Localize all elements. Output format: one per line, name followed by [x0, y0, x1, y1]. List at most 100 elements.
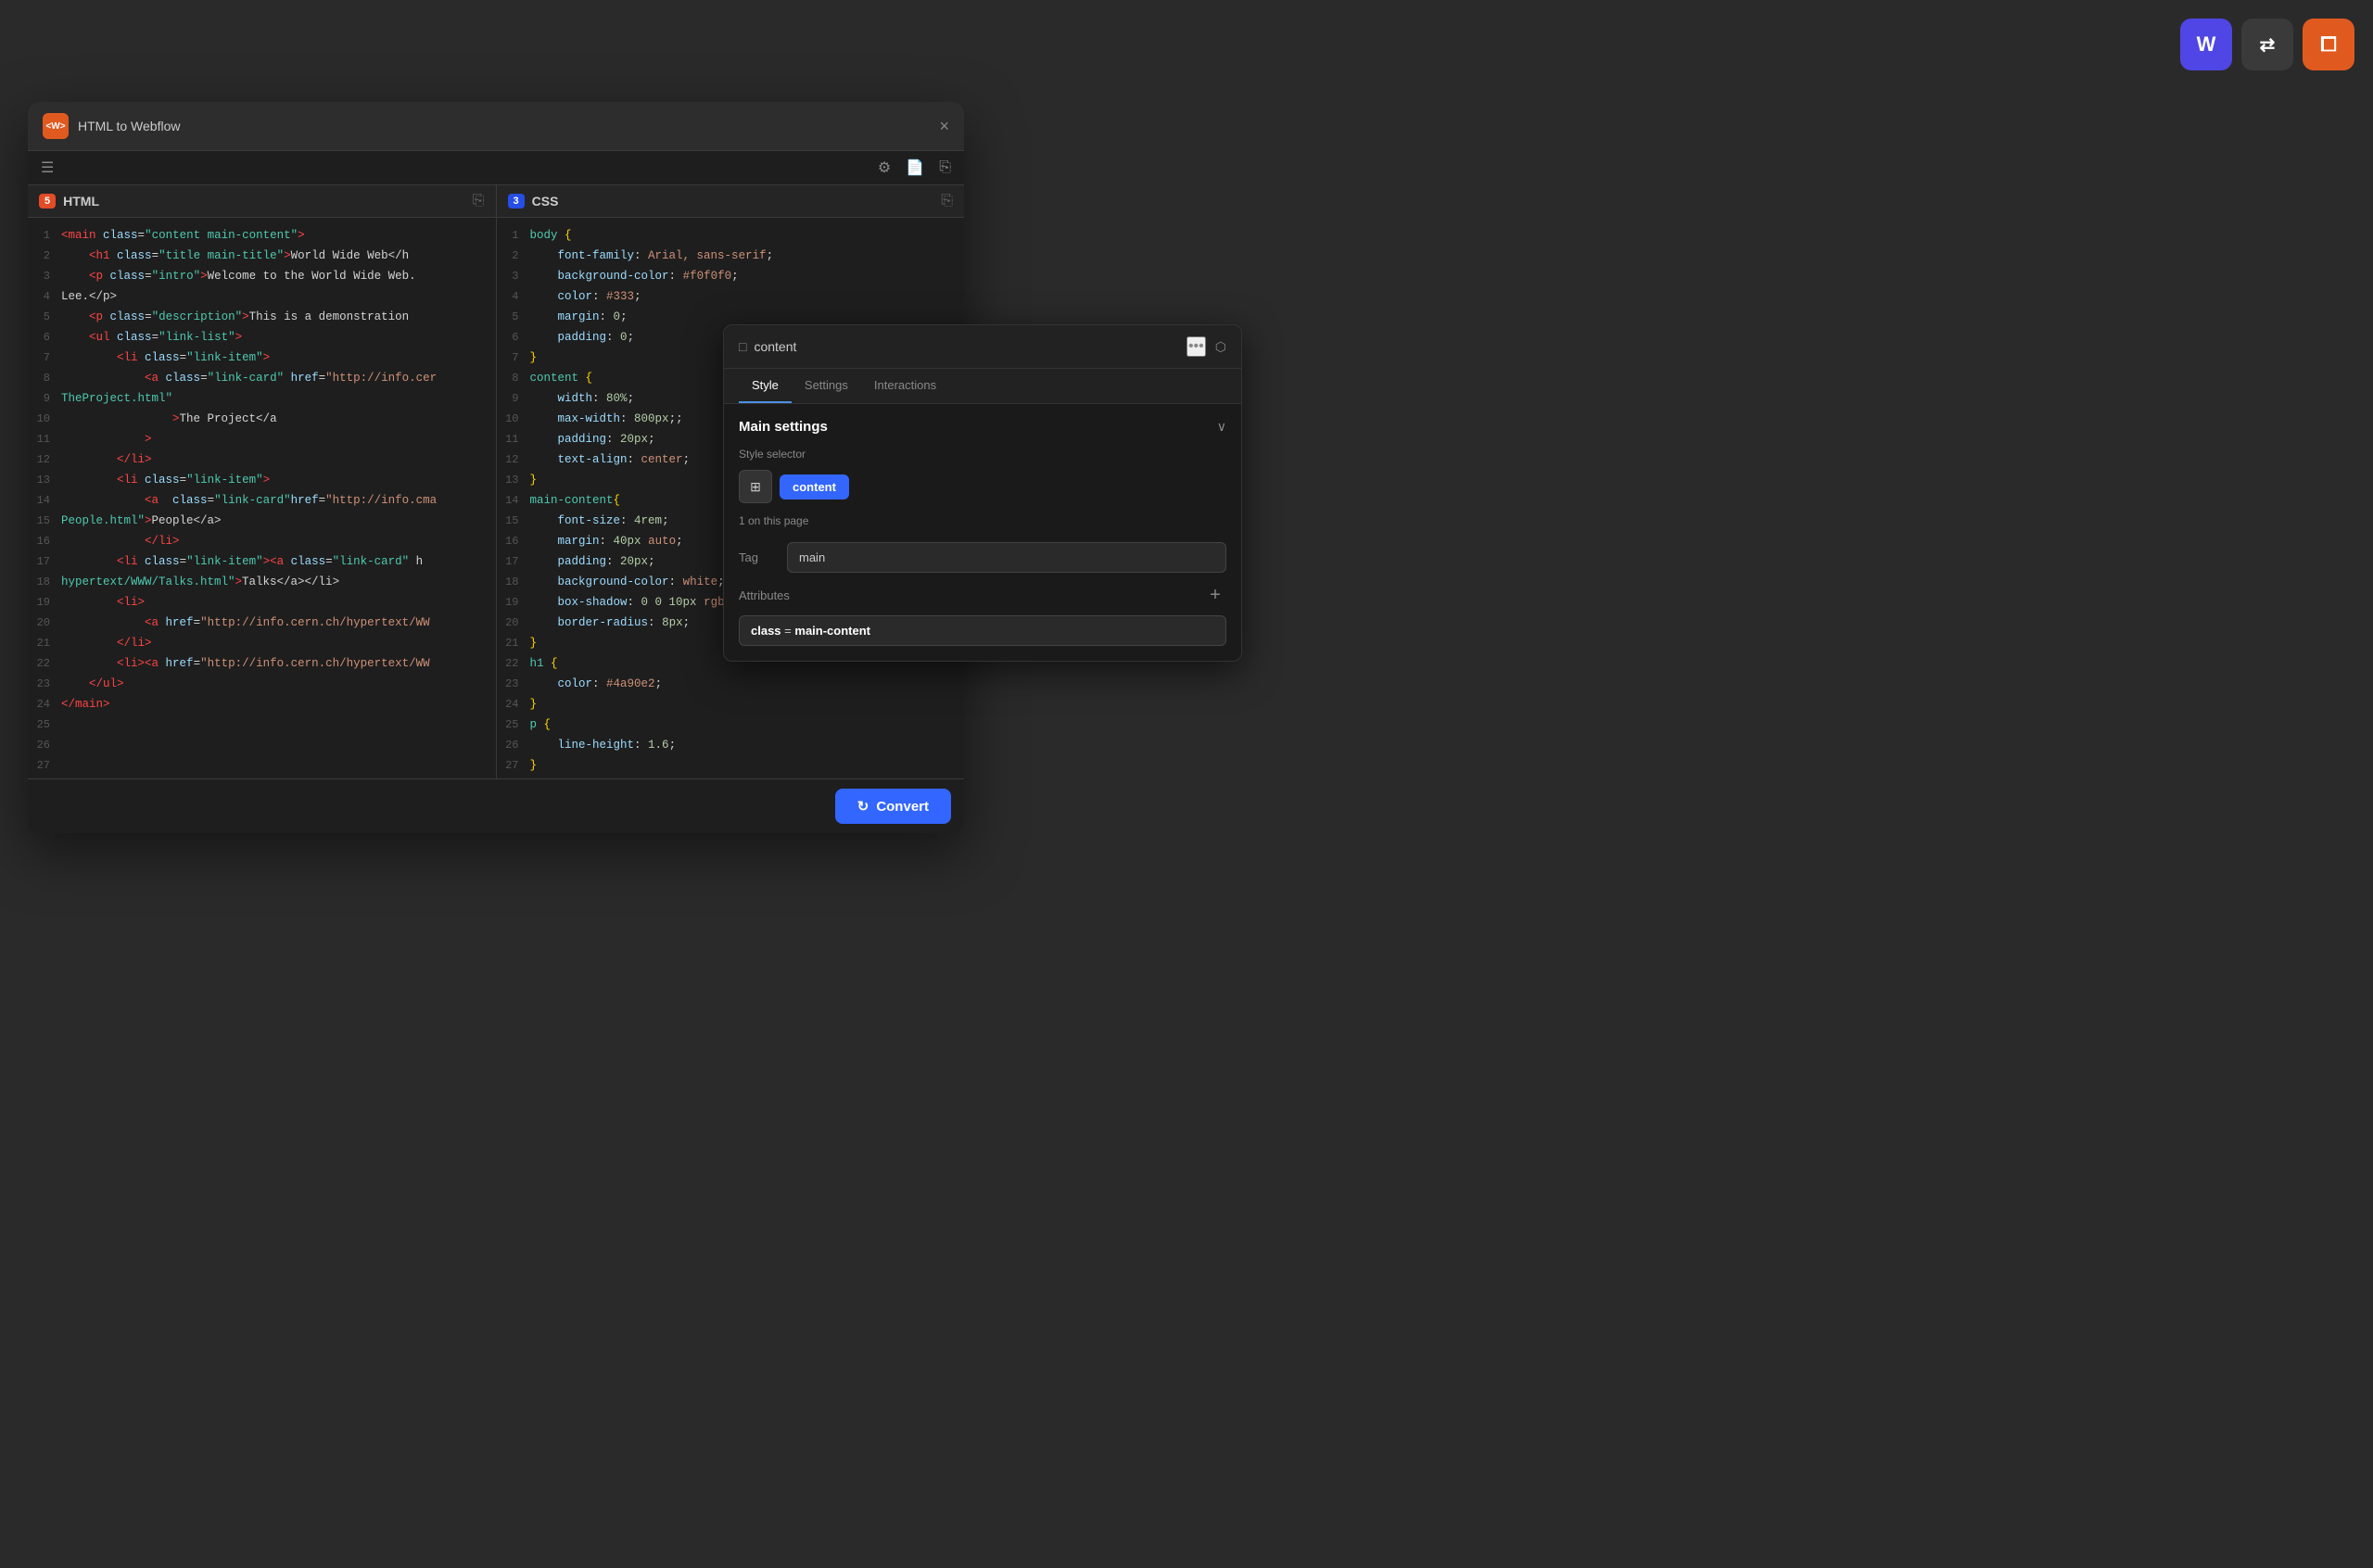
html-line-14: 14 <a class="link-card"href="http://info… — [28, 490, 496, 511]
css-line-3: 3 background-color: #f0f0f0; — [497, 266, 965, 286]
html-line-3: 3 <p class="intro">Welcome to the World … — [28, 266, 496, 286]
css-line-27: 27 } — [497, 755, 965, 776]
css-badge: 3 — [508, 194, 525, 209]
html-line-8: 8 <a class="link-card" href="http://info… — [28, 368, 496, 388]
html-line-12: 12 </li> — [28, 449, 496, 470]
css-line-23: 23 color: #4a90e2; — [497, 674, 965, 694]
html-line-9: 9 TheProject.html" — [28, 388, 496, 409]
app-icon: <W> — [43, 113, 69, 139]
html-line-18: 18 hypertext/WWW/Talks.html">Talks</a></… — [28, 572, 496, 592]
settings-button[interactable]: ⚙ — [878, 158, 891, 177]
bottom-bar: ↻ Convert — [28, 778, 964, 833]
menu-button[interactable]: ☰ — [41, 158, 54, 177]
plus-icon: + — [1210, 585, 1221, 606]
toolbar-actions: ⚙ 📄 ⎘ — [878, 158, 951, 177]
attributes-row: Attributes + — [739, 584, 1226, 606]
css-copy-button[interactable]: ⎘ — [941, 193, 953, 209]
html-line-21: 21 </li> — [28, 633, 496, 653]
html-line-5: 5 <p class="description">This is a demon… — [28, 307, 496, 327]
tab-settings[interactable]: Settings — [792, 369, 861, 403]
more-options-button[interactable]: ••• — [1186, 336, 1206, 357]
element-icon: □ — [739, 339, 746, 354]
tag-row: Tag main — [739, 542, 1226, 573]
convert-arrows-icon[interactable]: ⇄ — [2241, 19, 2293, 70]
wf-header: □ content ••• ⬡ — [724, 325, 1241, 369]
cube-icon: ⬡ — [1215, 339, 1226, 355]
gear-icon: ⚙ — [878, 160, 891, 176]
html-line-17: 17 <li class="link-item"><a class="link-… — [28, 551, 496, 572]
html-line-16: 16 </li> — [28, 531, 496, 551]
copy-icon: ⎘ — [473, 193, 485, 209]
wf-header-left: □ content — [739, 339, 796, 354]
css-line-28: 28 ul { — [497, 776, 965, 778]
export-button[interactable]: ⎘ — [939, 158, 951, 177]
html-line-19: 19 <li> — [28, 592, 496, 613]
html-badge: 5 — [39, 194, 56, 209]
html-line-10: 10 >The Project</a — [28, 409, 496, 429]
css-line-25: 25 p { — [497, 714, 965, 735]
selector-icon: ⊞ — [750, 479, 761, 495]
tag-input[interactable]: main — [787, 542, 1226, 573]
html-line-23: 23 </ul> — [28, 674, 496, 694]
file-icon: 📄 — [906, 160, 924, 176]
html-line-27: 27 — [28, 755, 496, 776]
css-line-4: 4 color: #333; — [497, 286, 965, 307]
attr-key: class — [751, 624, 781, 638]
hamburger-icon: ☰ — [41, 160, 54, 176]
box-icon: ⧠ — [2320, 32, 2337, 57]
html-code-content[interactable]: 1 <main class="content main-content"> 2 … — [28, 218, 496, 778]
html-line-22: 22 <li><a href="http://info.cern.ch/hype… — [28, 653, 496, 674]
css-line-2: 2 font-family: Arial, sans-serif; — [497, 246, 965, 266]
attributes-label: Attributes — [739, 588, 790, 602]
window-title: HTML to Webflow — [78, 119, 180, 133]
export-icon: ⎘ — [939, 159, 951, 175]
html-line-7: 7 <li class="link-item"> — [28, 348, 496, 368]
file-button[interactable]: 📄 — [906, 158, 924, 177]
tag-label: Tag — [739, 550, 776, 564]
page-count: 1 on this page — [739, 514, 1226, 527]
convert-icon: ↻ — [857, 798, 869, 815]
selector-row: ⊞ content — [739, 470, 1226, 503]
close-button[interactable]: × — [939, 117, 949, 136]
attr-equals: = — [784, 624, 794, 638]
html-line-11: 11 > — [28, 429, 496, 449]
css-line-24: 24 } — [497, 694, 965, 714]
html-line-4: 4 Lee.</p> — [28, 286, 496, 307]
selector-icon-button[interactable]: ⊞ — [739, 470, 772, 503]
titlebar-left: <W> HTML to Webflow — [43, 113, 180, 139]
webflow-icon[interactable]: W — [2180, 19, 2232, 70]
html-line-13: 13 <li class="link-item"> — [28, 470, 496, 490]
tab-interactions[interactable]: Interactions — [861, 369, 949, 403]
css-panel-header: 3 CSS ⎘ — [497, 185, 965, 218]
element-name: content — [754, 339, 796, 354]
attr-value: main-content — [794, 624, 870, 638]
webflow-inspector-panel: □ content ••• ⬡ Style Settings Interacti… — [723, 324, 1242, 662]
html-copy-button[interactable]: ⎘ — [473, 193, 485, 209]
tab-interactions-label: Interactions — [874, 378, 936, 392]
add-attribute-button[interactable]: + — [1204, 584, 1226, 606]
toolbar: ☰ ⚙ 📄 ⎘ — [28, 151, 964, 185]
wf-body: Main settings ∨ Style selector ⊞ content… — [724, 404, 1241, 661]
titlebar: <W> HTML to Webflow × — [28, 102, 964, 151]
attribute-badge: class = main-content — [739, 615, 1226, 646]
htmltowebflow-icon[interactable]: ⧠ — [2303, 19, 2354, 70]
convert-button[interactable]: ↻ Convert — [835, 789, 951, 824]
html-panel-title: HTML — [63, 194, 99, 209]
css-line-1: 1 body { — [497, 225, 965, 246]
css-panel-header-left: 3 CSS — [508, 194, 559, 209]
tab-style-label: Style — [752, 378, 779, 392]
style-selector-label: Style selector — [739, 448, 1226, 461]
html-panel: 5 HTML ⎘ 1 <main class="content main-con… — [28, 185, 497, 778]
tab-style[interactable]: Style — [739, 369, 792, 403]
main-settings-header: Main settings ∨ — [739, 419, 1226, 435]
chevron-down-icon[interactable]: ∨ — [1217, 419, 1226, 435]
html-line-1: 1 <main class="content main-content"> — [28, 225, 496, 246]
html-panel-header: 5 HTML ⎘ — [28, 185, 496, 218]
html-line-20: 20 <a href="http://info.cern.ch/hypertex… — [28, 613, 496, 633]
wf-header-right: ••• ⬡ — [1186, 336, 1226, 357]
html-line-6: 6 <ul class="link-list"> — [28, 327, 496, 348]
selector-badge[interactable]: content — [780, 474, 849, 499]
html-line-15: 15 People.html">People</a> — [28, 511, 496, 531]
copy-icon: ⎘ — [941, 193, 953, 209]
html-line-2: 2 <h1 class="title main-title">World Wid… — [28, 246, 496, 266]
